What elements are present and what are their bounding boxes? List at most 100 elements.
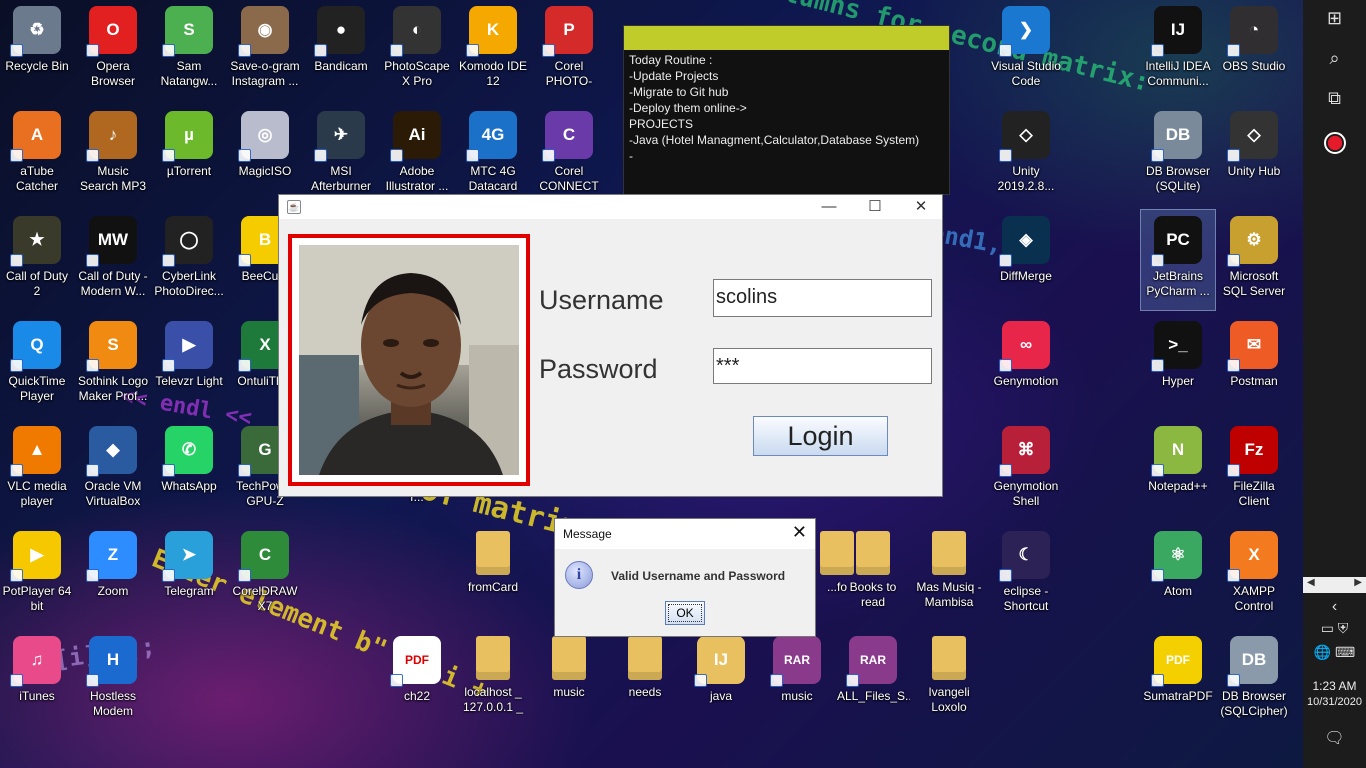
clock-date[interactable]: 10/31/2020	[1303, 696, 1366, 708]
ok-button[interactable]: OK	[665, 601, 705, 625]
person-portrait-icon	[299, 245, 519, 475]
desktop-icon-label: Atom	[1163, 584, 1192, 598]
maximize-button[interactable]: ☐	[852, 195, 898, 219]
desktop-icon-corel-photo-pai[interactable]: PCorel PHOTO-PAI...	[532, 0, 606, 100]
note-line: -	[629, 149, 633, 163]
desktop-icon-telegram[interactable]: ➤ Telegram	[152, 525, 226, 625]
desktop-icon-whatsapp[interactable]: ✆ WhatsApp	[152, 420, 226, 520]
desktop-icon-jetbrains-pycharm[interactable]: PC JetBrains PyCharm ...	[1140, 209, 1216, 311]
search-icon[interactable]: ⌕	[1303, 48, 1366, 69]
close-button[interactable]: ✕	[898, 195, 944, 219]
desktop-icon-music[interactable]: RAR music	[760, 630, 834, 730]
cyberlink-photodirec-icon: ◯	[162, 216, 213, 267]
desktop-icon-zoom[interactable]: Z Zoom	[76, 525, 150, 625]
desktop-icon-recycle-bin[interactable]: ♻ Recycle Bin	[0, 0, 74, 100]
horizontal-scrollbar[interactable]: ◀ ▶	[1303, 577, 1366, 593]
desktop-icon-bandicam[interactable]: ● Bandicam	[304, 0, 378, 100]
desktop-icon-save-o-gram-instagram[interactable]: ◉ Save-o-gram Instagram ...	[228, 0, 302, 100]
scroll-right-icon[interactable]: ▶	[1354, 577, 1362, 588]
username-input[interactable]: scolins	[713, 279, 932, 317]
sticky-note[interactable]: Today Routine : -Update Projects -Migrat…	[623, 25, 950, 195]
login-button[interactable]: Login	[753, 416, 888, 456]
desktop-icon-sam-natangw[interactable]: S Sam Natangw...	[152, 0, 226, 100]
desktop-icon-label: Genymotion	[993, 374, 1059, 388]
desktop-icon-java[interactable]: IJ java	[684, 630, 758, 730]
desktop-icon-itunes[interactable]: ♫ iTunes	[0, 630, 74, 730]
desktop-icon-sumatrapdf[interactable]: PDF SumatraPDF	[1141, 630, 1215, 730]
desktop-icon-torrent[interactable]: µ µTorrent	[152, 105, 226, 205]
desktop-icon-ivangeli-loxolo[interactable]: Ivangeli Loxolo	[912, 630, 986, 730]
battery-security-icon[interactable]: ▭ ⛨	[1303, 620, 1366, 637]
desktop-icon-needs[interactable]: needs	[608, 630, 682, 730]
desktop-icon-mtc-4g-datacard[interactable]: 4G MTC 4G Datacard	[456, 105, 530, 205]
desktop-icon-sothink-logo-maker-prof[interactable]: S Sothink Logo Maker Prof...	[76, 315, 150, 415]
desktop-icon-ch22[interactable]: PDF ch22	[380, 630, 454, 730]
desktop-icon-label: Microsoft SQL Server ...	[1222, 269, 1286, 298]
desktop-icon-hostless-modem[interactable]: H Hostless Modem	[76, 630, 150, 730]
desktop-icon-oracle-vm-virtualbox[interactable]: ◆ Oracle VM VirtualBox	[76, 420, 150, 520]
desktop-icon-db-browser-sqlcipher[interactable]: DB DB Browser (SQLCipher)	[1217, 630, 1291, 730]
clock-time[interactable]: 1:23 AM	[1303, 679, 1366, 693]
desktop-icon-all-files-s[interactable]: RAR ALL_Files_S...	[836, 630, 910, 730]
desktop-icon-localhost-127-0-0-1-r[interactable]: localhost _ 127.0.0.1 _ r...	[456, 630, 530, 730]
desktop-icon-xampp-control-panel[interactable]: XXAMPP Control Panel	[1217, 525, 1291, 625]
screen-recorder-icon[interactable]	[1303, 132, 1366, 159]
message-dialog-titlebar[interactable]: Message ✕	[555, 519, 815, 549]
desktop-icon-corel-connect-x7[interactable]: CCorel CONNECT X7	[532, 105, 606, 205]
minimize-button[interactable]: —	[806, 195, 852, 219]
desktop-icon-label: Sam Natangw...	[160, 59, 218, 88]
music-search-mp3-icon: ♪	[86, 111, 137, 162]
show-hidden-icons-chevron-icon[interactable]: ‹	[1303, 598, 1366, 616]
desktop-icon-adobe-illustrator[interactable]: Ai Adobe Illustrator ...	[380, 105, 454, 205]
desktop-icon-music[interactable]: music	[532, 630, 606, 730]
desktop-icon-eclipse-shortcut[interactable]: ☾ eclipse - Shortcut	[989, 525, 1063, 625]
desktop-icon-microsoft-sql-server[interactable]: ⚙Microsoft SQL Server ...	[1217, 210, 1291, 310]
login-window-titlebar[interactable]: ☕ — ☐ ✕	[279, 195, 942, 219]
desktop-icon-diffmerge[interactable]: ◈ DiffMerge	[989, 210, 1063, 310]
desktop-icon-msi-afterburner[interactable]: ✈ MSI Afterburner	[304, 105, 378, 205]
desktop-icon-photoscape-x-pro[interactable]: ◐ PhotoScape X Pro	[380, 0, 454, 100]
profile-photo	[299, 245, 519, 475]
desktop-icon-genymotion-shell[interactable]: ⌘ Genymotion Shell	[989, 420, 1063, 520]
desktop-icon-unity-hub[interactable]: ◇ Unity Hub	[1217, 105, 1291, 205]
desktop-icon-televzr-light[interactable]: ▶ Televzr Light	[152, 315, 226, 415]
desktop-icon-music-search-mp3[interactable]: ♪ Music Search MP3	[76, 105, 150, 205]
password-input[interactable]: ***	[713, 348, 932, 384]
desktop-icon-intellij-idea-communi[interactable]: IJ IntelliJ IDEA Communi...	[1141, 0, 1215, 100]
desktop-icon-vlc-media-player[interactable]: ▲ VLC media player	[0, 420, 74, 520]
desktop-icon-genymotion[interactable]: ∞ Genymotion	[989, 315, 1063, 415]
desktop-icon-mas-musiq-mambisa[interactable]: Mas Musiq - Mambisa	[912, 525, 986, 625]
desktop-icon-notepad[interactable]: N Notepad++	[1141, 420, 1215, 520]
desktop-icon-db-browser-sqlite[interactable]: DB DB Browser (SQLite)	[1141, 105, 1215, 205]
start-button-icon[interactable]: ⊞	[1303, 8, 1366, 29]
scroll-left-icon[interactable]: ◀	[1307, 577, 1315, 588]
quicktime-player-icon: Q	[10, 321, 61, 372]
desktop-icon-filezilla-client[interactable]: Fz FileZilla Client	[1217, 420, 1291, 520]
desktop-icon-label: ch22	[403, 689, 431, 703]
desktop-icon-obs-studio[interactable]: ◔ OBS Studio	[1217, 0, 1291, 100]
desktop-icon-magiciso[interactable]: ◎ MagicISO	[228, 105, 302, 205]
desktop-icon-call-of-duty-modern-w[interactable]: MW Call of Duty - Modern W...	[76, 210, 150, 310]
desktop-icon-potplayer-64-bit[interactable]: ▶ PotPlayer 64 bit	[0, 525, 74, 625]
desktop-icon-unity-2019-2-8[interactable]: ◇ Unity 2019.2.8...	[989, 105, 1063, 205]
desktop-icon-opera-browser[interactable]: O Opera Browser	[76, 0, 150, 100]
network-language-icon[interactable]: 🌐 ⌨	[1303, 644, 1366, 661]
desktop-icon-call-of-duty-2[interactable]: ★ Call of Duty 2	[0, 210, 74, 310]
desktop-icon-coreldraw-x7[interactable]: C CorelDRAW X7	[228, 525, 302, 625]
desktop-icon-visual-studio-code[interactable]: ❯ Visual Studio Code	[989, 0, 1063, 100]
desktop-icon-fromcard[interactable]: fromCard	[456, 525, 530, 625]
task-view-icon[interactable]: ⧉	[1303, 88, 1366, 109]
notifications-icon[interactable]: 🗨	[1303, 728, 1366, 748]
sticky-note-titlebar[interactable]	[624, 26, 949, 50]
desktop-icon-label: Bandicam	[314, 59, 368, 73]
desktop-icon-postman[interactable]: ✉ Postman	[1217, 315, 1291, 415]
desktop-icon-books-to-read[interactable]: Books to read	[836, 525, 910, 625]
desktop-icon-atom[interactable]: ⚛ Atom	[1141, 525, 1215, 625]
desktop-icon-cyberlink-photodirec[interactable]: ◯ CyberLink PhotoDirec...	[152, 210, 226, 310]
desktop-icon-quicktime-player[interactable]: Q QuickTime Player	[0, 315, 74, 415]
desktop-icon-label: DB Browser (SQLCipher)	[1220, 689, 1288, 718]
desktop-icon-hyper[interactable]: >_ Hyper	[1141, 315, 1215, 415]
desktop-icon-komodo-ide-12[interactable]: K Komodo IDE 12	[456, 0, 530, 100]
desktop-icon-atube-catcher[interactable]: AaTube Catcher	[0, 105, 74, 205]
dialog-close-button[interactable]: ✕	[792, 523, 807, 541]
